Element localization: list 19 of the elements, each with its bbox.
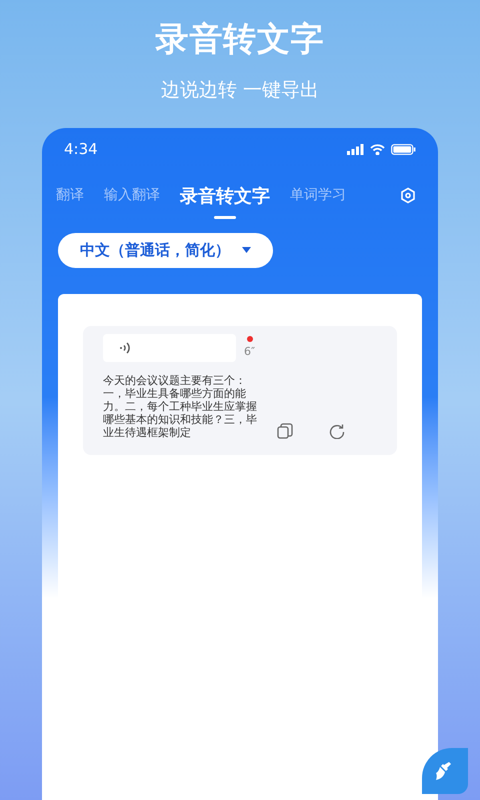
broom-button[interactable] (422, 748, 468, 794)
subheadline: 边说边转 一键导出 (160, 78, 320, 102)
tab[interactable]: 录音转文字 (180, 180, 270, 218)
refresh-icon[interactable] (329, 422, 345, 438)
status-time: 4:34 (64, 139, 98, 160)
tab[interactable]: 翻译 (56, 184, 84, 214)
copy-icon[interactable] (277, 422, 293, 438)
settings-icon[interactable] (400, 187, 416, 204)
sound-wave-icon (119, 340, 133, 354)
wifi-icon (370, 144, 385, 155)
tab[interactable]: 单词学习 (290, 184, 346, 214)
transcript-text: 今天的会议议题主要有三个：一，毕业生具备哪些方面的能力。二，每个工种毕业生应掌握哪些基本的知识和技能？三，毕业生待遇框架制定 (103, 374, 257, 438)
tab[interactable]: 输入翻译 (104, 184, 160, 214)
signal-icon (347, 144, 364, 155)
caret-icon (242, 247, 251, 253)
battery-icon (391, 144, 416, 155)
headline: 录音转文字 (155, 18, 325, 60)
duration-label: 6″ (244, 346, 256, 356)
language-dropdown[interactable]: 中文（普通话，简化） (58, 232, 273, 268)
